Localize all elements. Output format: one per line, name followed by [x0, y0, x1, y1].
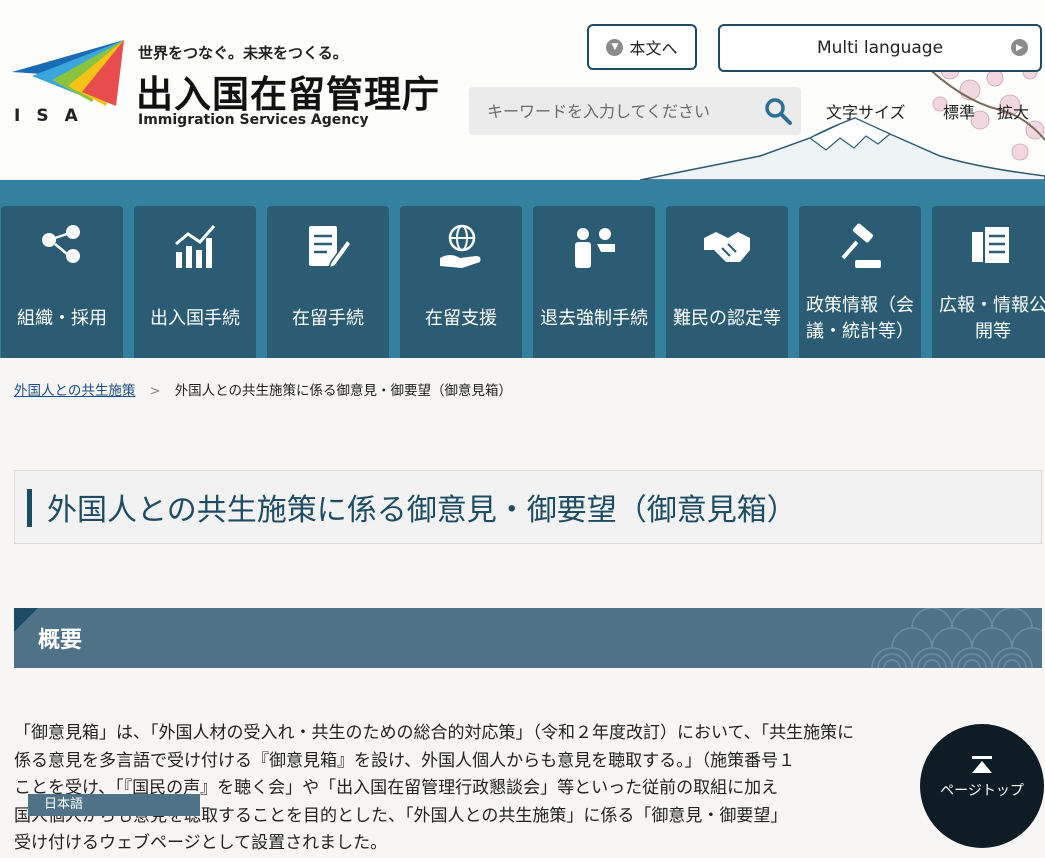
chevron-down-icon: ▼ — [606, 38, 624, 56]
font-standard-button[interactable]: 標準 — [943, 99, 975, 123]
nav-label: 退去強制手続 — [540, 308, 648, 329]
handshake-icon — [704, 232, 750, 262]
nav-label: 広報・情報公開等 — [939, 295, 1045, 342]
body-line: 係る意見を多言語で受け付ける『御意見箱』を設け、外国人個人からも意見を聴取する。… — [14, 750, 796, 771]
breadcrumb-current: 外国人との共生施策に係る御意見・御要望（御意見箱） — [174, 383, 513, 399]
agency-logo[interactable]: ISA 世界をつなぐ。未来をつくる。 出入国在留管理庁 Immigration … — [12, 36, 462, 136]
gavel-icon — [841, 223, 881, 268]
body-line: 受け付けるウェブページとして設置されました。 — [14, 833, 388, 853]
nav-item-support[interactable]: 在留支援 — [400, 206, 522, 358]
logo-tagline: 世界をつなぐ。未来をつくる。 — [138, 44, 348, 62]
nav-item-refugee[interactable]: 難民の認定等 — [666, 206, 788, 358]
nav-item-public-relations[interactable]: 広報・情報公開等 — [932, 206, 1045, 358]
bar-chart-icon — [175, 225, 216, 268]
language-selector-popup[interactable]: 日本語 — [28, 794, 200, 816]
globe-hand-icon — [440, 224, 481, 268]
skip-to-content-label: 本文へ — [629, 39, 678, 58]
title-accent-bar — [27, 489, 32, 527]
site-header: ISA 世界をつなぐ。未来をつくる。 出入国在留管理庁 Immigration … — [0, 0, 1045, 180]
chevron-right-icon: ▶ — [1011, 39, 1028, 56]
isa-logo-mark-icon — [12, 40, 124, 106]
body-line: 「御意見箱」は、「外国人材の受入れ・共生のための総合的対応策」（令和２年度改訂）… — [14, 723, 855, 743]
search-box — [469, 87, 801, 135]
agency-name: 出入国在留管理庁 — [136, 73, 440, 116]
nav-item-organization[interactable]: 組織・採用 — [1, 206, 123, 358]
agency-english-name: Immigration Services Agency — [138, 112, 369, 128]
documents-icon — [972, 225, 1011, 265]
nav-item-immigration[interactable]: 出入国手続 — [134, 206, 256, 358]
document-pen-icon — [309, 226, 352, 270]
nav-label: 出入国手続 — [150, 308, 240, 329]
arrow-up-icon — [972, 756, 992, 773]
multi-language-label: Multi language — [816, 38, 944, 58]
nav-label: 在留手続 — [292, 308, 364, 329]
page-top-button[interactable]: ページトップ — [920, 724, 1044, 848]
wave-pattern-decoration — [871, 608, 1042, 668]
breadcrumb-link-parent[interactable]: 外国人との共生施策 — [14, 383, 135, 399]
officer-person-icon — [575, 228, 615, 268]
page-top-label: ページトップ — [940, 783, 1024, 799]
search-input[interactable] — [469, 87, 749, 135]
global-nav: 組織・採用 出入国手続 在留手続 在留支援 退去強制手続 難民の認定等 政策情報… — [0, 180, 1045, 358]
nav-label: 組織・採用 — [17, 308, 107, 329]
logo-abbreviation: ISA — [14, 106, 94, 126]
section-heading: 概要 — [14, 608, 1042, 668]
overview-text: 「御意見箱」は、「外国人材の受入れ・共生のための総合的対応策」（令和２年度改訂）… — [14, 720, 1042, 858]
font-size-label: 文字サイズ — [826, 103, 906, 122]
corner-decoration — [14, 608, 38, 632]
org-people-icon — [42, 225, 80, 263]
section-title: 概要 — [38, 628, 83, 653]
nav-item-deportation[interactable]: 退去強制手続 — [533, 206, 655, 358]
nav-label: 在留支援 — [425, 308, 497, 329]
font-large-button[interactable]: 拡大 — [997, 99, 1029, 123]
multi-language-button[interactable]: Multi language ▶ — [718, 24, 1042, 72]
nav-label: 政策情報（会議・統計等） — [806, 295, 914, 342]
nav-label: 難民の認定等 — [673, 308, 781, 329]
search-icon[interactable] — [763, 96, 793, 126]
skip-to-content-button[interactable]: ▼ 本文へ — [587, 24, 697, 70]
breadcrumb: 外国人との共生施策 > 外国人との共生施策に係る御意見・御要望（御意見箱） — [14, 379, 512, 399]
nav-item-policy[interactable]: 政策情報（会議・統計等） — [799, 206, 921, 358]
nav-item-residence[interactable]: 在留手続 — [267, 206, 389, 358]
page-title: 外国人との共生施策に係る御意見・御要望（御意見箱） — [47, 493, 797, 528]
page-title-box: 外国人との共生施策に係る御意見・御要望（御意見箱） — [14, 470, 1042, 544]
chevron-right-icon: > — [149, 383, 161, 399]
